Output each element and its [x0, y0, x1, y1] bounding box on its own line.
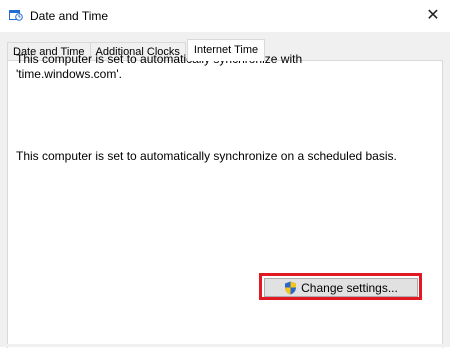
sync-line-2: 'time.windows.com'. [16, 67, 122, 81]
internet-time-panel [7, 60, 443, 348]
change-settings-label: Change settings... [301, 280, 398, 295]
change-settings-button[interactable]: Change settings... [264, 278, 418, 297]
date-time-app-icon [9, 9, 23, 21]
close-icon: ✕ [426, 7, 440, 24]
window-title: Date and Time [30, 9, 109, 23]
sync-schedule-text: This computer is set to automatically sy… [16, 149, 397, 163]
uac-shield-icon [284, 281, 297, 295]
close-button[interactable]: ✕ [416, 0, 450, 30]
tab-internet-time[interactable]: Internet Time [186, 39, 266, 61]
title-bar: Date and Time ✕ [0, 0, 450, 32]
